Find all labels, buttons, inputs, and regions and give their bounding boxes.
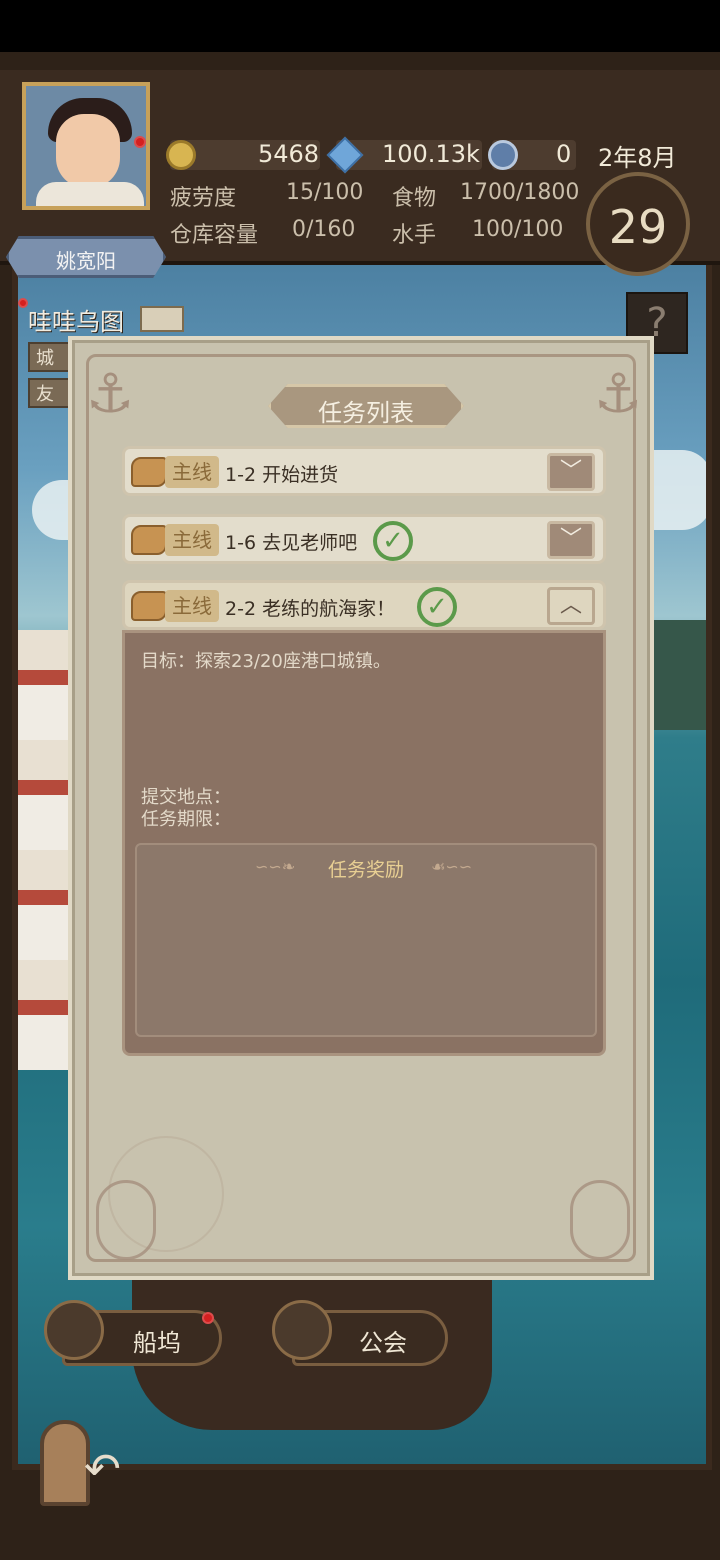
completed-check-icon: ✓ [417, 587, 457, 627]
quest-row[interactable]: 主线 1-6 去见老师吧 ✓ ﹀ [122, 514, 606, 564]
day-counter[interactable]: 29 [586, 172, 690, 276]
completed-check-icon: ✓ [373, 521, 413, 561]
anchor-icon: ⚓ [86, 362, 135, 425]
expand-chevron-down-icon[interactable]: ﹀ [547, 453, 595, 491]
ornament-right-icon: ☙∽∽ [431, 857, 473, 876]
fatigue-value: 15/100 [286, 180, 364, 205]
expand-chevron-down-icon[interactable]: ﹀ [547, 521, 595, 559]
deadline-label: 任务期限： [141, 809, 231, 830]
quest-type-tag: 主线 [165, 456, 219, 488]
food-value: 1700/1800 [460, 180, 580, 205]
sailors-label: 水手 [392, 223, 437, 248]
player-name: 姚宽阳 [56, 249, 116, 273]
gold-value: 5468 [258, 140, 320, 168]
guild-label: 公会 [359, 1329, 407, 1357]
quest-row-expanded[interactable]: 主线 2-2 老练的航海家！ ✓ ︿ [122, 580, 606, 630]
book-icon[interactable] [140, 306, 184, 332]
shipyard-notification-dot [202, 1312, 214, 1324]
scroll-icon [131, 525, 167, 555]
badge-shield-icon [488, 140, 518, 170]
shipyard-label: 船坞 [133, 1329, 181, 1357]
quest-title: 1-2 开始进货 [225, 464, 339, 486]
quest-title: 2-2 老练的航海家！ [225, 598, 396, 620]
scroll-icon [131, 457, 167, 487]
exit-door-icon[interactable] [40, 1420, 90, 1506]
guild-emblem-icon [272, 1300, 332, 1360]
quest-row[interactable]: 主线 1-2 开始进货 ﹀ [122, 446, 606, 496]
player-name-plate: 姚宽阳 [6, 236, 166, 278]
avatar-face [56, 114, 120, 188]
quest-list-dialog: ⚓ ⚓ 任务列表 主线 1-2 开始进货 ﹀ 主线 1-6 去见老师吧 ✓ ﹀ … [68, 336, 654, 1280]
fatigue-label: 疲劳度 [170, 186, 237, 211]
corner-ornament-icon [96, 1180, 156, 1260]
bottom-dock: 船坞 公会 [22, 1292, 702, 1392]
avatar-notification-dot [134, 136, 146, 148]
corner-ornament-icon [570, 1180, 630, 1260]
port-notification-dot [18, 298, 28, 308]
game-date: 2年8月 [598, 144, 677, 172]
quest-title: 1-6 去见老师吧 [225, 532, 358, 554]
status-bar [0, 0, 720, 52]
quest-type-tag: 主线 [165, 590, 219, 622]
port-name[interactable]: 哇哇乌图 [28, 302, 124, 337]
collapse-chevron-up-icon[interactable]: ︿ [547, 587, 595, 625]
day-number: 29 [608, 200, 668, 254]
storage-value: 0/160 [292, 217, 356, 242]
gold-coin-icon [166, 140, 196, 170]
dialog-title: 任务列表 [318, 399, 414, 427]
food-label: 食物 [392, 186, 437, 211]
reward-title: 任务奖励 [327, 859, 404, 881]
reward-box: ∽∽❧ 任务奖励 ☙∽∽ [135, 843, 597, 1037]
quest-detail-panel: 目标：探索23/20座港口城镇。 提交地点： 任务期限： ∽∽❧ 任务奖励 ☙∽… [122, 630, 606, 1056]
quest-type-tag: 主线 [165, 524, 219, 556]
quest-goal: 目标：探索23/20座港口城镇。 [141, 651, 391, 672]
avatar-shirt [36, 182, 144, 206]
gem-value: 100.13k [382, 140, 480, 168]
back-arrow-icon[interactable]: ↶ [84, 1444, 134, 1495]
scroll-icon [131, 591, 167, 621]
badge-value: 0 [556, 140, 572, 168]
player-avatar[interactable] [22, 82, 150, 210]
storage-label: 仓库容量 [170, 223, 259, 248]
ship-icon [44, 1300, 104, 1360]
dialog-title-plate: 任务列表 [268, 384, 464, 428]
anchor-icon: ⚓ [594, 362, 643, 425]
sailors-value: 100/100 [472, 217, 564, 242]
